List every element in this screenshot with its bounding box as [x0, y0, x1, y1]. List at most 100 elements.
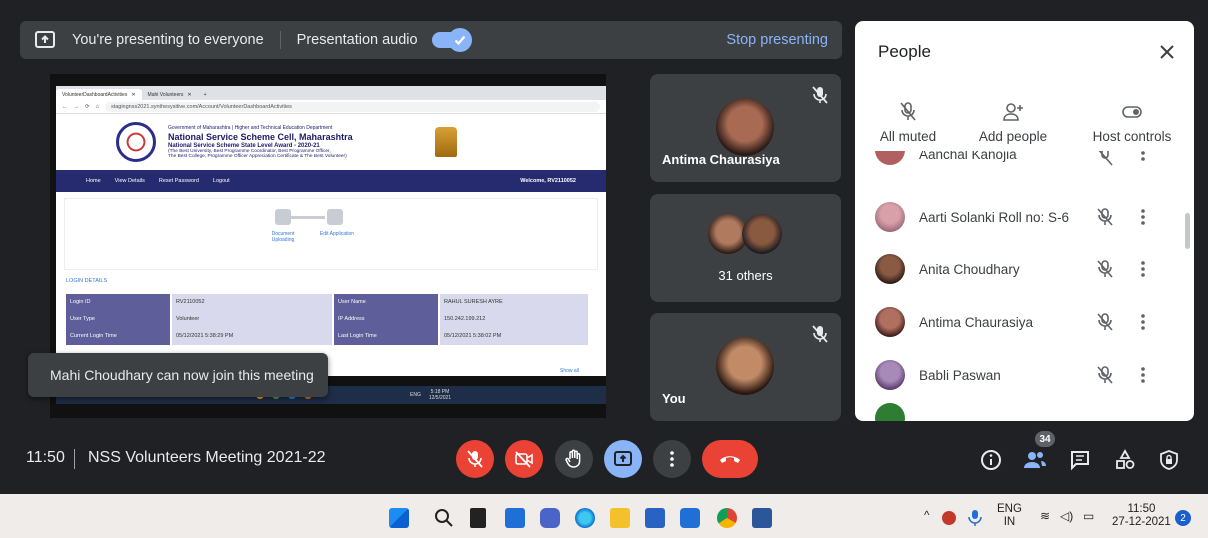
- more-options-icon[interactable]: [1141, 151, 1145, 167]
- avatar: [875, 151, 905, 165]
- task-view-icon[interactable]: [470, 508, 486, 528]
- mic-toggle-button[interactable]: [456, 440, 494, 478]
- battery-icon[interactable]: ▭: [1083, 510, 1094, 523]
- header-line: Government of Maharashtra | Higher and T…: [168, 125, 333, 131]
- list-item[interactable]: Antima Chaurasiya: [855, 296, 1194, 348]
- store-icon[interactable]: [680, 508, 700, 528]
- notification-badge[interactable]: 2: [1175, 510, 1191, 526]
- nav-item: Home: [86, 178, 101, 184]
- divider: [74, 449, 75, 469]
- person-add-icon: [1003, 103, 1023, 121]
- list-item[interactable]: Anita Choudhary: [855, 243, 1194, 295]
- widgets-icon[interactable]: [505, 508, 525, 528]
- table-cell: 05/12/2021 5:38:29 PM: [172, 328, 332, 345]
- meeting-details-button[interactable]: [978, 447, 1004, 473]
- present-screen-icon: [34, 29, 56, 51]
- avatar: [742, 214, 782, 254]
- add-people-button[interactable]: Add people: [973, 101, 1053, 144]
- site-title: National Service Scheme Cell, Maharashtr…: [168, 132, 353, 142]
- new-tab-icon: +: [203, 91, 207, 98]
- more-options-icon[interactable]: [1141, 209, 1145, 225]
- stop-presenting-button[interactable]: Stop presenting: [726, 32, 828, 48]
- host-controls-button[interactable]: Host controls: [1086, 101, 1178, 144]
- presentation-audio-toggle[interactable]: [431, 28, 472, 52]
- mic-off-icon: [809, 323, 831, 345]
- avatar: [875, 307, 905, 337]
- teams-chat-icon[interactable]: [540, 508, 560, 528]
- avatar: [875, 202, 905, 232]
- participant-name: Babli Paswan: [919, 367, 1001, 383]
- meeting-time: 11:50: [26, 449, 65, 466]
- raise-hand-button[interactable]: [555, 440, 593, 478]
- action-label: Add people: [978, 129, 1048, 144]
- check-icon: [447, 28, 472, 52]
- table-cell: IP Address: [334, 311, 438, 328]
- mic-off-icon: [467, 450, 483, 468]
- people-icon: [1024, 452, 1046, 468]
- info-icon: [981, 450, 1001, 470]
- wifi-icon[interactable]: ≋: [1040, 510, 1050, 523]
- camera-toggle-button[interactable]: [505, 440, 543, 478]
- table-cell: RAHUL SURESH AYRE: [440, 294, 588, 311]
- table-cell: Current Login Time: [66, 328, 170, 345]
- file-explorer-icon[interactable]: [610, 508, 630, 528]
- chat-icon: [1071, 451, 1089, 471]
- chat-button[interactable]: [1067, 447, 1093, 473]
- participant-tile[interactable]: Antima Chaurasiya: [650, 74, 841, 182]
- participant-name: Anita Choudhary: [919, 261, 1020, 277]
- list-item[interactable]: Aarti Solanki Roll no: S-6: [855, 191, 1194, 243]
- people-button[interactable]: [1022, 447, 1048, 473]
- edge-icon[interactable]: [575, 508, 595, 528]
- mic-off-icon: [1098, 151, 1113, 166]
- close-button[interactable]: [1158, 43, 1176, 61]
- start-icon[interactable]: [389, 508, 409, 528]
- lang-bottom: IN: [1003, 516, 1016, 528]
- login-details-title: LOGIN DETAILS: [66, 278, 108, 284]
- mic-off-icon: [900, 102, 916, 121]
- mic-icon[interactable]: [968, 509, 982, 527]
- chevron-up-icon[interactable]: ^: [924, 510, 929, 523]
- more-options-icon[interactable]: [1141, 314, 1145, 330]
- volume-icon[interactable]: ◁): [1060, 510, 1073, 523]
- mic-off-icon: [1097, 260, 1113, 278]
- application-steps: Document Uploading Edit Application: [64, 198, 598, 270]
- others-tile[interactable]: 31 others: [650, 194, 841, 302]
- word-icon[interactable]: [752, 508, 772, 528]
- participant-name: Aarti Solanki Roll no: S-6: [919, 209, 1070, 225]
- presentation-audio-label: Presentation audio: [296, 32, 418, 48]
- more-options-icon[interactable]: [1141, 261, 1145, 277]
- avatar: [875, 360, 905, 390]
- tray-app-icon[interactable]: [942, 511, 956, 525]
- join-notification-toast: Mahi Choudhary can now join this meeting: [28, 353, 328, 397]
- more-options-icon[interactable]: [1141, 367, 1145, 383]
- browser-url-bar: ← → ⟳ ⌂ stagingnss2021.synthesysitive.com/A…: [56, 100, 606, 114]
- activities-icon: [1116, 449, 1135, 469]
- host-controls-button[interactable]: [1156, 447, 1182, 473]
- leave-call-button[interactable]: [702, 440, 758, 478]
- chrome-icon[interactable]: [717, 508, 737, 528]
- toggle-icon: [1122, 106, 1142, 118]
- mic-off-icon: [809, 84, 831, 106]
- avatar: [875, 254, 905, 284]
- language-indicator[interactable]: ENG IN: [997, 503, 1022, 529]
- mail-icon[interactable]: [645, 508, 665, 528]
- people-count-badge: 34: [1035, 431, 1055, 447]
- activities-button[interactable]: [1112, 447, 1138, 473]
- nav-item: Logout: [212, 178, 230, 184]
- taskbar-clock[interactable]: 11:50 27-12-2021: [1112, 503, 1171, 529]
- all-muted-button[interactable]: All muted: [877, 101, 939, 144]
- presenting-bar: You're presenting to everyone Presentati…: [20, 21, 842, 59]
- mic-off-icon: [1097, 208, 1113, 226]
- search-icon[interactable]: [434, 508, 454, 528]
- list-item[interactable]: Aanchal Kanojia: [855, 151, 1194, 177]
- more-options-button[interactable]: [653, 440, 691, 478]
- list-item[interactable]: [855, 403, 1194, 421]
- present-now-button[interactable]: [604, 440, 642, 478]
- table-cell: 05/12/2021 5:38:02 PM: [440, 328, 588, 345]
- meeting-name: NSS Volunteers Meeting 2021-22: [88, 449, 326, 466]
- scrollbar[interactable]: [1185, 213, 1190, 249]
- table-cell: Last Login Time: [334, 328, 438, 345]
- list-item[interactable]: Babli Paswan: [855, 349, 1194, 401]
- avatar: [875, 403, 905, 421]
- self-tile[interactable]: You: [650, 313, 841, 421]
